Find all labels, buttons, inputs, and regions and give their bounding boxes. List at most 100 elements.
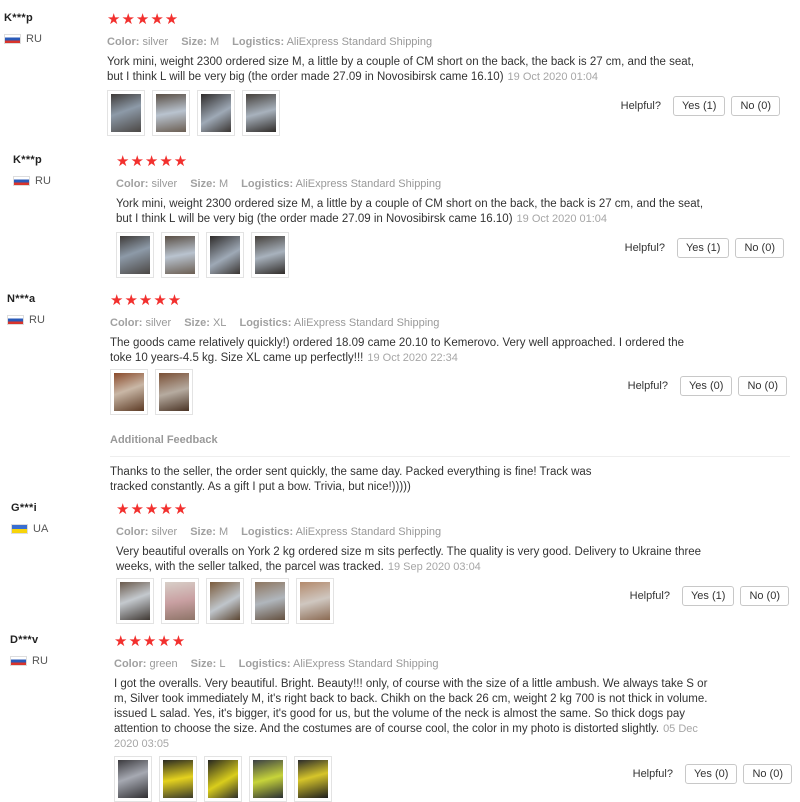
review-photo[interactable] [116,232,154,278]
review-photos [110,369,200,415]
reviewer-country: RU [7,314,97,326]
logistics-value: AliExpress Standard Shipping [295,526,442,538]
logistics-label: Logistics: [232,36,285,48]
color-label: Color: [116,526,149,538]
ua-flag-icon [11,524,28,534]
vote-yes-button[interactable]: Yes (0) [684,764,738,784]
reviewer-country: RU [10,655,100,667]
color-value: silver [142,36,169,48]
logistics-label: Logistics: [241,526,294,538]
reviewer-name: K***p [13,154,43,166]
review-photo[interactable] [152,90,190,136]
review-photo[interactable] [206,232,244,278]
vote-no-button[interactable]: No (0) [731,96,780,116]
review-photo[interactable] [206,578,244,624]
reviewer-country: RU [13,175,103,187]
vote-yes-button[interactable]: Yes (1) [672,96,726,116]
size-label: Size: [190,526,216,538]
review-photos [116,578,341,624]
reviewer-name: G***i [11,502,37,514]
review-photos [114,756,339,802]
review-content: ★★★★★ Color: silver Size: M Logistics: A… [116,502,706,575]
review-photo[interactable] [155,369,193,415]
helpful-label: Helpful? [624,242,665,254]
star-rating: ★★★★★ [114,633,187,650]
review-photo[interactable] [251,578,289,624]
review-content: ★★★★★ Color: silver Size: M Logistics: A… [116,154,710,227]
review-body: York mini, weight 2300 ordered size M, a… [107,56,695,83]
review-text: York mini, weight 2300 ordered size M, a… [107,55,707,85]
reviewer-name: N***a [7,293,36,305]
reviewer-country: UA [11,523,101,535]
reviewer-info: D***v RU [10,634,100,667]
additional-feedback: Additional Feedback Thanks to the seller… [110,434,790,495]
review-photo[interactable] [204,756,242,802]
vote-no-button[interactable]: No (0) [735,238,784,258]
logistics-value: AliExpress Standard Shipping [295,178,442,190]
helpful-label: Helpful? [627,380,668,392]
review-photo[interactable] [110,369,148,415]
vote-yes-button[interactable]: Yes (1) [681,586,735,606]
reviewer-name: D***v [10,634,39,646]
ru-flag-icon [10,656,27,666]
review-photo[interactable] [251,232,289,278]
review-photo[interactable] [161,578,199,624]
country-code: RU [26,33,42,45]
helpful-vote: Helpful? Yes (0) No (0) [633,764,792,784]
logistics-value: AliExpress Standard Shipping [293,658,439,670]
reviewer-info: K***p RU [13,154,103,187]
country-code: RU [35,175,51,187]
review-date: 19 Oct 2020 01:04 [516,213,608,225]
review-photos [116,232,296,278]
vote-no-button[interactable]: No (0) [743,764,792,784]
review-photo[interactable] [296,578,334,624]
review-body: York mini, weight 2300 ordered size M, a… [116,198,704,225]
vote-yes-button[interactable]: Yes (1) [676,238,730,258]
additional-feedback-text: Thanks to the seller, the order sent qui… [110,466,592,493]
size-value: XL [212,317,227,329]
star-rating: ★★★★★ [110,292,183,309]
review-photo[interactable] [107,90,145,136]
color-value: silver [151,178,178,190]
country-code: UA [33,523,49,535]
review-photo[interactable] [161,232,199,278]
size-value: M [218,526,229,538]
helpful-vote: Helpful? Yes (1) No (0) [630,586,789,606]
helpful-label: Helpful? [620,100,661,112]
logistics-value: AliExpress Standard Shipping [293,317,440,329]
order-attributes: Color: silver Size: M Logistics: AliExpr… [116,526,706,538]
reviewer-info: N***a RU [7,293,97,326]
helpful-vote: Helpful? Yes (1) No (0) [625,238,784,258]
review-content: ★★★★★ Color: green Size: L Logistics: Al… [114,634,716,752]
ru-flag-icon [13,176,30,186]
country-code: RU [32,655,48,667]
reviewer-country: RU [4,33,94,45]
vote-no-button[interactable]: No (0) [740,586,789,606]
color-label: Color: [107,36,140,48]
review-photo[interactable] [116,578,154,624]
color-value: green [149,658,178,670]
review-photo[interactable] [114,756,152,802]
ru-flag-icon [4,34,21,44]
helpful-label: Helpful? [629,590,670,602]
size-label: Size: [190,658,217,670]
vote-no-button[interactable]: No (0) [738,376,787,396]
review-photo[interactable] [242,90,280,136]
reviewer-info: K***p RU [4,12,94,45]
review-photo[interactable] [294,756,332,802]
review-photo[interactable] [197,90,235,136]
logistics-label: Logistics: [238,658,291,670]
star-rating: ★★★★★ [116,501,189,518]
review-text: The goods came relatively quickly!) orde… [110,336,700,366]
size-value: M [209,36,220,48]
helpful-vote: Helpful? Yes (0) No (0) [628,376,787,396]
logistics-value: AliExpress Standard Shipping [286,36,433,48]
size-value: L [219,658,226,670]
reviewer-info: G***i UA [11,502,101,535]
review-body: I got the overalls. Very beautiful. Brig… [114,678,708,735]
review-text: I got the overalls. Very beautiful. Brig… [114,677,716,752]
review-content: ★★★★★ Color: silver Size: M Logistics: A… [107,12,707,85]
review-photo[interactable] [249,756,287,802]
review-photo[interactable] [159,756,197,802]
vote-yes-button[interactable]: Yes (0) [679,376,733,396]
